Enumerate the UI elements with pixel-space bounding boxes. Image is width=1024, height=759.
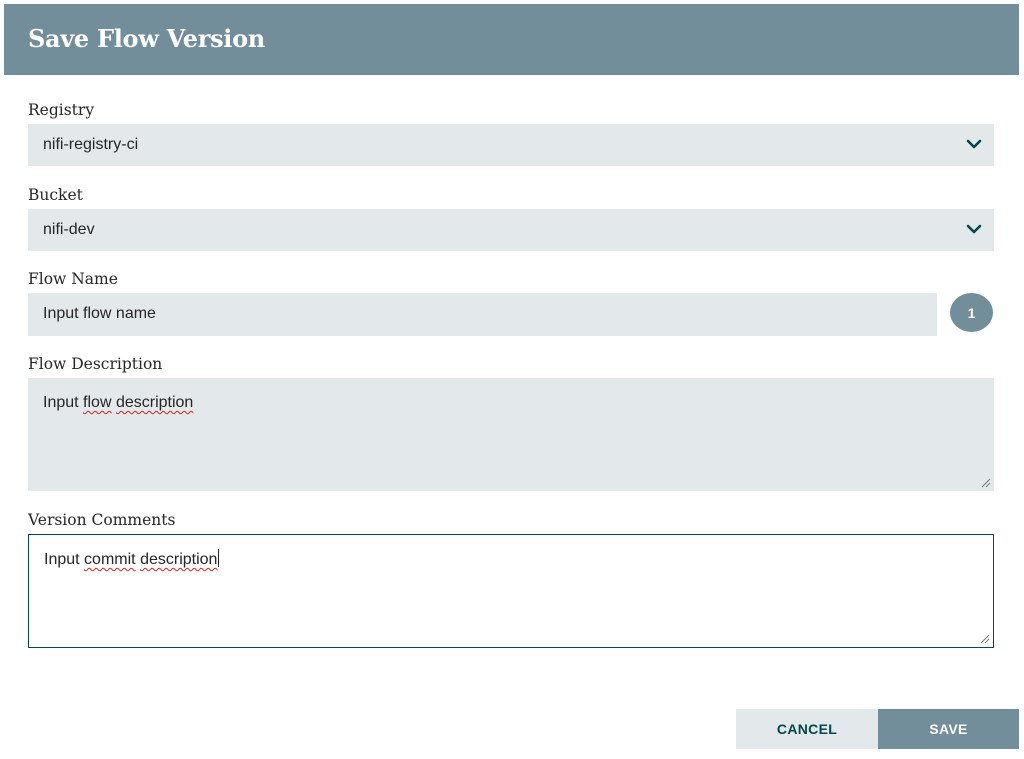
bucket-select[interactable]: nifi-dev xyxy=(28,209,994,251)
version-comments-misspelled-word: commit xyxy=(84,551,136,568)
chevron-down-icon xyxy=(966,139,982,149)
resize-handle-icon[interactable] xyxy=(981,478,991,488)
cancel-button[interactable]: CANCEL xyxy=(736,709,878,749)
version-comments-label: Version Comments xyxy=(28,511,176,529)
registry-select[interactable]: nifi-registry-ci xyxy=(28,124,994,166)
flow-name-input[interactable]: Input flow name xyxy=(28,293,937,336)
text-caret xyxy=(218,549,220,567)
flow-name-count-badge: 1 xyxy=(950,293,993,332)
chevron-down-icon xyxy=(966,224,982,234)
version-comments-word: Input xyxy=(44,551,80,568)
bucket-label: Bucket xyxy=(28,186,83,204)
version-comments-misspelled-word: description xyxy=(140,551,218,568)
flow-description-word: Input xyxy=(43,394,79,411)
dialog-title: Save Flow Version xyxy=(28,24,265,53)
save-button[interactable]: SAVE xyxy=(878,709,1019,749)
flow-name-label: Flow Name xyxy=(28,270,118,288)
registry-value: nifi-registry-ci xyxy=(43,136,139,153)
flow-description-textarea[interactable]: Input flow description xyxy=(28,378,994,491)
flow-description-misspelled-word: flow xyxy=(83,394,112,411)
flow-description-misspelled-word: description xyxy=(115,394,194,411)
dialog-header: Save Flow Version xyxy=(4,4,1019,75)
registry-label: Registry xyxy=(28,101,95,119)
version-comments-value: Input commit description xyxy=(44,549,220,569)
flow-description-label: Flow Description xyxy=(28,355,163,373)
resize-handle-icon[interactable] xyxy=(980,634,990,644)
version-comments-textarea[interactable]: Input commit description xyxy=(28,534,994,648)
save-flow-version-dialog: Save Flow Version Registry nifi-registry… xyxy=(0,0,1024,759)
flow-name-value: Input flow name xyxy=(43,305,156,322)
flow-description-value: Input flow description xyxy=(43,394,193,412)
bucket-value: nifi-dev xyxy=(43,221,95,238)
